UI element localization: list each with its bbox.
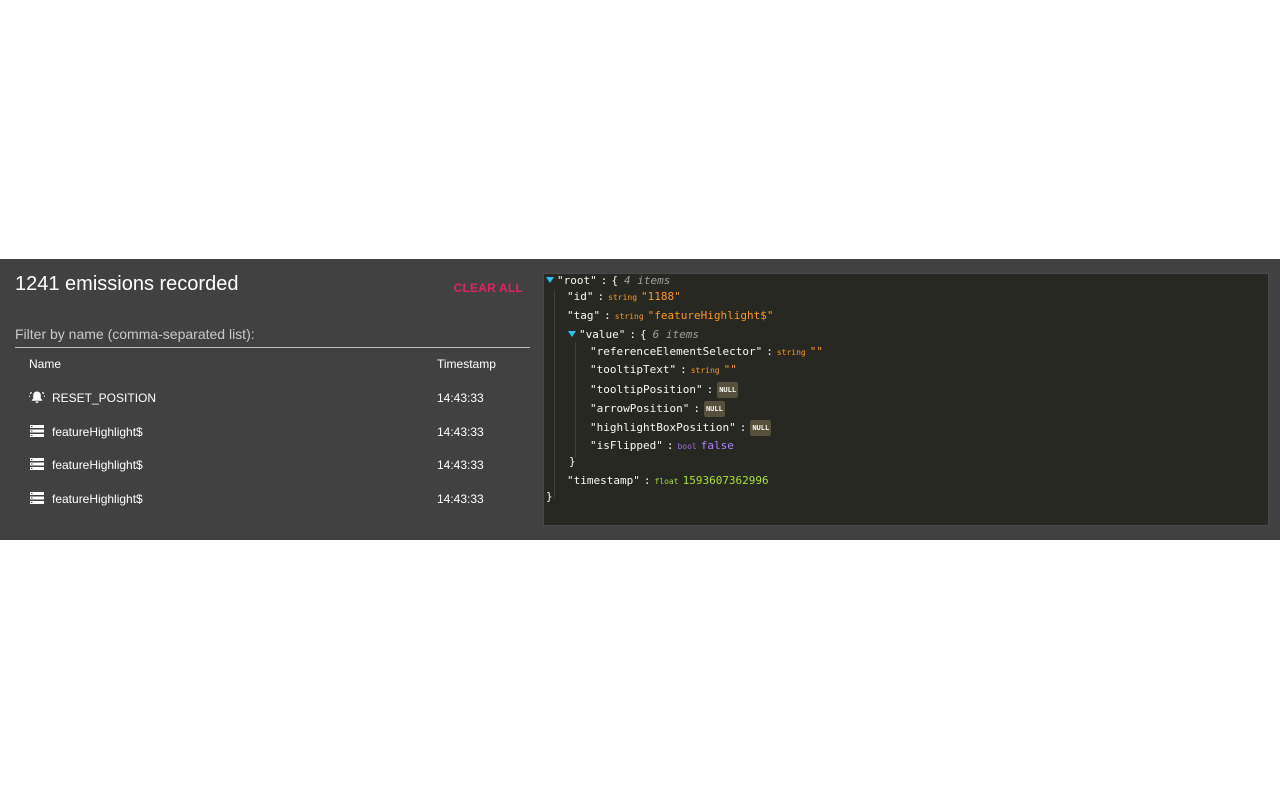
column-header-timestamp[interactable]: Timestamp xyxy=(437,357,496,371)
json-key: "isFlipped" xyxy=(590,439,663,452)
json-colon: : xyxy=(693,402,700,415)
emission-timestamp: 14:43:33 xyxy=(437,458,484,472)
json-string-value[interactable]: "1188" xyxy=(641,290,681,303)
json-string-value[interactable]: "" xyxy=(724,363,737,376)
filter-field[interactable] xyxy=(15,323,530,348)
emission-name: featureHighlight$ xyxy=(52,425,143,439)
emission-name: RESET_POSITION xyxy=(52,391,157,405)
json-colon: : xyxy=(766,345,773,358)
json-open-brace: { xyxy=(639,328,647,341)
filter-input[interactable] xyxy=(15,323,530,345)
table-row[interactable]: featureHighlight$ 14:43:33 xyxy=(15,415,530,448)
storage-list-icon xyxy=(30,425,44,437)
emission-name: featureHighlight$ xyxy=(52,458,143,472)
emission-name: featureHighlight$ xyxy=(52,492,143,506)
json-timestamp-line: "timestamp": float 1593607362996 xyxy=(567,474,769,488)
json-value-line: "value":{6 items xyxy=(568,328,699,342)
json-colon: : xyxy=(629,328,636,341)
json-item-count: 6 items xyxy=(652,328,699,341)
table-row[interactable]: featureHighlight$ 14:43:33 xyxy=(15,448,530,481)
json-type: string xyxy=(614,312,644,321)
emission-timestamp: 14:43:33 xyxy=(437,425,484,439)
bell-ring-icon xyxy=(29,391,45,403)
json-null-badge[interactable]: NULL xyxy=(703,401,725,417)
indent-guide xyxy=(554,290,555,498)
json-colon: : xyxy=(604,309,611,322)
json-arrow-position-line: "arrowPosition": NULL xyxy=(590,401,725,417)
emission-timestamp: 14:43:33 xyxy=(437,391,484,405)
json-key: "id" xyxy=(567,290,594,303)
json-key: "tag" xyxy=(567,309,601,322)
storage-list-icon xyxy=(30,458,44,470)
json-key: "arrowPosition" xyxy=(590,402,690,415)
json-type: string xyxy=(690,366,720,375)
json-null-badge[interactable]: NULL xyxy=(750,420,772,436)
json-key: "tooltipText" xyxy=(590,363,677,376)
json-reference-selector-line: "referenceElementSelector": string "" xyxy=(590,345,823,359)
json-float-value[interactable]: 1593607362996 xyxy=(683,474,769,487)
json-string-value[interactable]: "featureHighlight$" xyxy=(648,309,774,322)
table-row[interactable]: featureHighlight$ 14:43:33 xyxy=(15,482,530,515)
indent-guide xyxy=(575,342,576,458)
emissions-list-pane: 1241 emissions recorded CLEAR ALL Name T… xyxy=(15,259,530,540)
json-id-line: "id": string "1188" xyxy=(567,290,681,304)
json-value-close-brace: } xyxy=(569,455,576,468)
table-row[interactable]: RESET_POSITION 14:43:33 xyxy=(15,381,530,414)
json-key: "value" xyxy=(579,328,626,341)
emissions-panel: 1241 emissions recorded CLEAR ALL Name T… xyxy=(0,259,1280,540)
json-tooltip-text-line: "tooltipText": string "" xyxy=(590,363,737,377)
json-item-count: 4 items xyxy=(624,274,671,287)
json-null-badge[interactable]: NULL xyxy=(717,382,739,398)
json-colon: : xyxy=(739,421,747,434)
json-highlight-box-position-line: "highlightBoxPosition": NULL xyxy=(590,420,772,436)
storage-list-icon xyxy=(30,492,44,504)
json-colon: : xyxy=(666,439,674,452)
json-key: "referenceElementSelector" xyxy=(590,345,763,358)
json-is-flipped-line: "isFlipped": bool false xyxy=(590,439,734,453)
json-tooltip-position-line: "tooltipPosition": NULL xyxy=(590,382,739,398)
emission-timestamp: 14:43:33 xyxy=(437,492,484,506)
json-colon: : xyxy=(680,363,687,376)
json-key: "highlightBoxPosition" xyxy=(590,421,736,434)
json-type: bool xyxy=(677,442,697,451)
json-key: "root" xyxy=(557,274,597,287)
json-string-value[interactable]: "" xyxy=(810,345,823,358)
collapse-arrow-icon[interactable] xyxy=(546,277,554,283)
json-tag-line: "tag": string "featureHighlight$" xyxy=(567,309,774,323)
column-header-name[interactable]: Name xyxy=(29,357,61,371)
json-type: string xyxy=(608,293,638,302)
json-bool-value[interactable]: false xyxy=(701,439,734,452)
emissions-count-title: 1241 emissions recorded xyxy=(15,273,239,295)
json-root-line: "root":{4 items xyxy=(546,274,670,288)
collapse-arrow-icon[interactable] xyxy=(568,331,576,337)
json-open-brace: { xyxy=(611,274,618,287)
json-colon: : xyxy=(600,274,608,287)
clear-all-button[interactable]: CLEAR ALL xyxy=(454,281,523,295)
json-key: "timestamp" xyxy=(567,474,640,487)
json-colon: : xyxy=(597,290,605,303)
json-type: float xyxy=(654,477,679,486)
json-key: "tooltipPosition" xyxy=(590,383,703,396)
json-viewer: "root":{4 items "id": string "1188" "tag":… xyxy=(543,273,1269,526)
json-colon: : xyxy=(643,474,651,487)
json-type: string xyxy=(776,348,806,357)
json-colon: : xyxy=(706,383,714,396)
json-root-close-brace: } xyxy=(546,490,553,503)
